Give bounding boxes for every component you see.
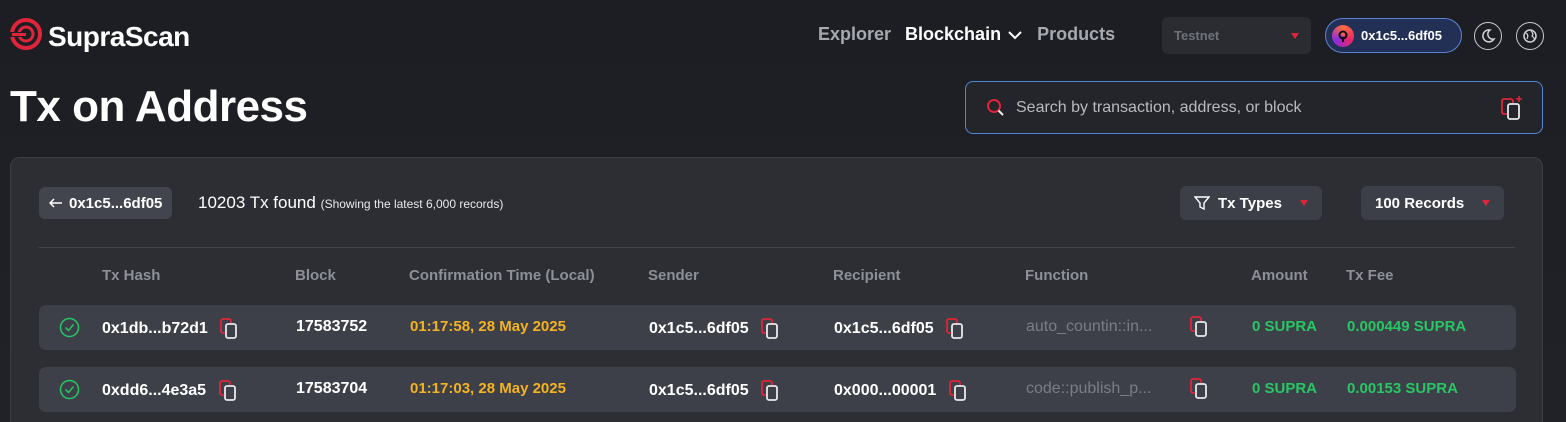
recipient-cell: 0x000...00001: [834, 380, 967, 402]
block-link[interactable]: 17583752: [296, 318, 367, 336]
tx-types-label: Tx Types: [1218, 194, 1282, 212]
records-per-page-select[interactable]: 100 Records: [1361, 186, 1505, 220]
copy-icon[interactable]: [1190, 378, 1208, 400]
main-nav: Explorer Blockchain Products: [818, 24, 1115, 45]
tx-count-note: (Showing the latest 6,000 records): [320, 197, 504, 211]
chevron-down-icon: [1008, 30, 1022, 39]
sender-link[interactable]: 0x1c5...6df05: [649, 320, 749, 337]
wallet-address: 0x1c5...6df05: [1361, 28, 1442, 43]
column-header-confirmation-time: Confirmation Time (Local): [409, 267, 595, 284]
nav-blockchain-label: Blockchain: [905, 24, 1002, 44]
copy-icon[interactable]: [220, 318, 238, 340]
tx-hash-link[interactable]: 0x1db...b72d1: [102, 320, 208, 337]
tx-fee: 0.00153 SUPRA: [1347, 380, 1458, 397]
sender-link[interactable]: 0x1c5...6df05: [649, 382, 749, 399]
table-row: 0x1db...b72d1 17583752 01:17:58, 28 May …: [39, 305, 1516, 350]
table-row: 0xdd6...4e3a5 17583704 01:17:03, 28 May …: [39, 367, 1516, 412]
tx-hash-cell: 0xdd6...4e3a5: [102, 380, 237, 402]
confirmation-time: 01:17:03, 28 May 2025: [410, 380, 566, 397]
wallet-avatar-icon: [1332, 24, 1354, 47]
brand-name: SupraScan: [48, 20, 190, 52]
column-header-function: Function: [1025, 267, 1089, 284]
copy-icon[interactable]: [761, 380, 779, 402]
recipient-link[interactable]: 0x000...00001: [834, 382, 936, 399]
column-header-block: Block: [295, 267, 336, 284]
nav-explorer[interactable]: Explorer: [818, 24, 891, 45]
function-name: auto_countin::in...: [1026, 318, 1153, 335]
wallet-button[interactable]: 0x1c5...6df05: [1325, 18, 1462, 53]
copy-icon[interactable]: [761, 318, 779, 340]
amount: 0 SUPRA: [1252, 318, 1318, 335]
caret-down-icon: [1482, 200, 1491, 206]
function-name: code::publish_p...: [1026, 380, 1152, 397]
amount: 0 SUPRA: [1252, 380, 1318, 397]
network-select[interactable]: Testnet: [1162, 17, 1311, 54]
tx-count: 10203 Tx found: [198, 193, 316, 212]
records-label: 100 Records: [1375, 194, 1465, 212]
column-header-tx-hash: Tx Hash: [102, 267, 161, 284]
recipient-cell: 0x1c5...6df05: [834, 318, 964, 340]
block-link[interactable]: 17583704: [296, 380, 367, 398]
success-check-icon: [59, 379, 80, 400]
copy-icon[interactable]: [218, 380, 237, 402]
filter-icon: [1194, 196, 1210, 211]
brand-logo[interactable]: SupraScan: [10, 18, 190, 55]
recipient-link[interactable]: 0x1c5...6df05: [834, 320, 934, 337]
column-header-amount: Amount: [1251, 267, 1308, 284]
tx-types-filter[interactable]: Tx Types: [1180, 186, 1322, 220]
search-bar: [965, 81, 1543, 134]
confirmation-time: 01:17:58, 28 May 2025: [410, 318, 566, 335]
network-select-value: Testnet: [1174, 28, 1220, 43]
divider: [39, 247, 1515, 248]
column-header-tx-fee: Tx Fee: [1346, 267, 1394, 284]
nav-products[interactable]: Products: [1037, 24, 1115, 45]
supra-logo-icon: [10, 18, 42, 55]
transactions-panel: 0x1c5...6df05 10203 Tx found (Showing th…: [10, 157, 1543, 422]
back-address-label: 0x1c5...6df05: [69, 194, 163, 212]
sender-cell: 0x1c5...6df05: [649, 318, 779, 340]
search-input[interactable]: [1016, 98, 1500, 117]
nav-blockchain[interactable]: Blockchain: [905, 24, 1023, 45]
caret-down-icon: [1299, 200, 1308, 206]
copy-icon[interactable]: [946, 318, 964, 340]
tx-count-summary: 10203 Tx found (Showing the latest 6,000…: [198, 193, 503, 213]
page-title: Tx on Address: [10, 82, 308, 131]
success-check-icon: [59, 317, 80, 338]
tx-fee: 0.000449 SUPRA: [1347, 318, 1467, 335]
search-icon: [987, 98, 1004, 116]
paste-icon[interactable]: [1500, 95, 1524, 121]
column-header-recipient: Recipient: [833, 267, 901, 284]
tx-hash-link[interactable]: 0xdd6...4e3a5: [102, 382, 206, 399]
language-globe-icon[interactable]: [1516, 22, 1544, 50]
back-to-address-button[interactable]: 0x1c5...6df05: [39, 187, 173, 219]
copy-icon[interactable]: [1190, 316, 1208, 338]
theme-toggle-moon-icon[interactable]: [1474, 22, 1502, 50]
arrow-left-icon: [49, 198, 62, 208]
column-header-sender: Sender: [648, 267, 699, 284]
tx-hash-cell: 0x1db...b72d1: [102, 318, 238, 340]
caret-down-icon: [1291, 32, 1299, 39]
copy-icon[interactable]: [948, 380, 967, 402]
sender-cell: 0x1c5...6df05: [649, 380, 779, 402]
